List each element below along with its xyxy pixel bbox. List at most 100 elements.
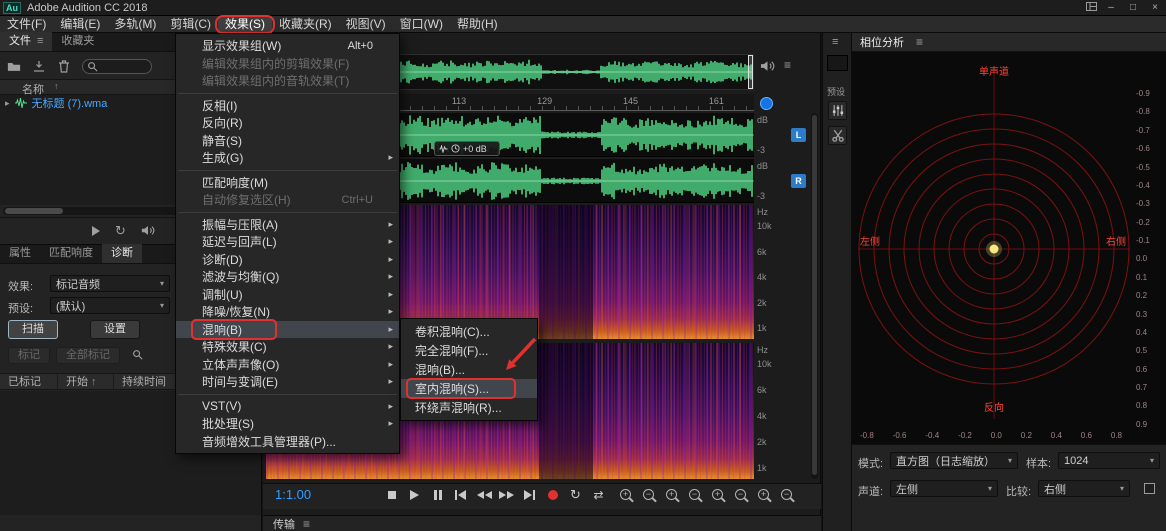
menu-item-17[interactable]: 降噪/恢复(N)▸ (176, 303, 399, 321)
menu-item-14[interactable]: 诊断(D)▸ (176, 251, 399, 269)
skip-back-button[interactable] (450, 486, 471, 503)
menu-item-20[interactable]: 立体声声像(O)▸ (176, 356, 399, 374)
trash-icon[interactable] (57, 60, 71, 73)
menu-item-7[interactable]: 生成(G)▸ (176, 149, 399, 167)
import-file-icon[interactable] (32, 60, 46, 73)
monitor-speaker-icon[interactable] (760, 60, 775, 72)
panel-menu-icon[interactable]: ≡ (37, 32, 43, 51)
menu-item-23[interactable]: VST(V)▸ (176, 398, 399, 416)
stop-button[interactable] (381, 486, 402, 503)
effect-select[interactable]: 标记音频 ▾ (50, 275, 170, 292)
menubar-item[interactable]: 窗口(W) (393, 16, 450, 33)
dock-slot[interactable] (827, 55, 848, 71)
menu-item-21[interactable]: 时间与变调(E)▸ (176, 373, 399, 391)
mode-select[interactable]: 直方图（日志缩放） ▾ (890, 452, 1018, 469)
play-button[interactable] (404, 486, 425, 503)
range-handle-right[interactable] (748, 55, 753, 89)
scan-button[interactable]: 扫描 (8, 320, 58, 339)
zoom-out-point-button[interactable] (730, 486, 751, 503)
menubar-item[interactable]: 效果(S) (218, 16, 272, 33)
left-channel-badge[interactable]: L (791, 128, 806, 142)
open-file-icon[interactable] (7, 60, 21, 73)
menu-item-18[interactable]: 混响(B)▸ (176, 321, 399, 339)
option-checkbox[interactable] (1144, 483, 1155, 494)
menubar-item[interactable]: 剪辑(C) (163, 16, 218, 33)
search-icon[interactable] (132, 349, 143, 360)
panel-tab[interactable]: 属性 (0, 244, 40, 263)
zoom-in-time-button[interactable] (615, 486, 636, 503)
menu-item-25[interactable]: 音频增效工具管理器(P)... (176, 433, 399, 451)
skip-forward-button[interactable] (519, 486, 540, 503)
zoom-in-point-button[interactable] (707, 486, 728, 503)
menubar-item[interactable]: 收藏夹(R) (272, 16, 339, 33)
skip-selection-button[interactable] (588, 486, 609, 503)
menubar-item[interactable]: 编辑(E) (53, 16, 107, 33)
rewind-button[interactable] (473, 486, 494, 503)
loop-button[interactable] (565, 486, 586, 503)
menu-item-5[interactable]: 反向(R) (176, 114, 399, 132)
menubar-item[interactable]: 多轨(M) (107, 16, 163, 33)
minimize-button[interactable]: – (1100, 0, 1122, 16)
fast-forward-button[interactable] (496, 486, 517, 503)
column-header[interactable]: 持续时间 (114, 374, 184, 389)
right-channel-badge[interactable]: R (791, 174, 806, 188)
preset-select[interactable]: (默认) ▾ (50, 297, 170, 314)
menu-item-19[interactable]: 特殊效果(C)▸ (176, 338, 399, 356)
play-icon[interactable] (92, 226, 100, 236)
scrollbar-thumb[interactable] (812, 115, 817, 475)
compare-select[interactable]: 右侧 ▾ (1038, 480, 1130, 497)
workspace-layout-icon[interactable] (1082, 2, 1100, 14)
panel-tab[interactable]: 匹配响度 (40, 244, 102, 263)
phase-panel-title[interactable]: 相位分析 (860, 34, 904, 50)
menu-item-13[interactable]: 延迟与回声(L)▸ (176, 233, 399, 251)
maximize-button[interactable]: □ (1122, 0, 1144, 16)
panel-menu-icon[interactable]: ≡ (303, 517, 310, 531)
expand-chevron-icon[interactable]: ▸ (5, 98, 10, 109)
menubar-item[interactable]: 帮助(H) (450, 16, 505, 33)
pause-button[interactable] (427, 486, 448, 503)
column-header[interactable]: 已标记 (0, 374, 58, 389)
column-header[interactable]: 开始 ↑ (58, 374, 114, 389)
zoom-in-amplitude-button[interactable] (661, 486, 682, 503)
scissors-icon[interactable] (828, 126, 847, 145)
panel-tab[interactable]: 收藏夹 (52, 32, 109, 51)
menu-item-16[interactable]: 调制(U)▸ (176, 286, 399, 304)
menu-item-15[interactable]: 滤波与均衡(Q)▸ (176, 268, 399, 286)
panel-menu-icon[interactable]: ≡ (832, 36, 838, 48)
menu-item-0[interactable]: 显示效果组(W)Alt+0 (176, 37, 399, 55)
panel-menu-icon[interactable]: ≡ (784, 58, 791, 72)
menubar-item[interactable]: 文件(F) (0, 16, 53, 33)
menu-item-4[interactable]: 反相(I) (176, 97, 399, 115)
menu-item-6[interactable]: 静音(S) (176, 132, 399, 150)
menu-item-3[interactable]: 室内混响(S)... (401, 379, 537, 398)
transport-panel-tab[interactable]: 传输 ≡ (263, 515, 821, 531)
phase-scope[interactable]: 单声道 反向 左侧 右侧 (852, 52, 1166, 444)
zoom-full-button[interactable] (776, 486, 797, 503)
settings-button[interactable]: 设置 (90, 320, 140, 339)
menubar-item[interactable]: 视图(V) (339, 16, 393, 33)
channel-select[interactable]: 左侧 ▾ (890, 480, 998, 497)
panel-tab[interactable]: 文件 ≡ (0, 32, 52, 51)
samples-select[interactable]: 1024 ▾ (1058, 452, 1160, 469)
sliders-icon[interactable] (828, 101, 847, 120)
record-button[interactable] (542, 486, 563, 503)
zoom-out-time-button[interactable] (638, 486, 659, 503)
playhead-sync-button[interactable] (760, 97, 773, 110)
submenu-arrow-icon: ▸ (383, 152, 393, 163)
close-button[interactable]: × (1144, 0, 1166, 16)
scrollbar-thumb[interactable] (5, 208, 63, 214)
menu-item-9[interactable]: 匹配响度(M) (176, 174, 399, 192)
menu-item-4[interactable]: 环绕声混响(R)... (401, 398, 537, 417)
panel-tab[interactable]: 诊断 (102, 244, 142, 263)
files-search-field[interactable] (82, 59, 152, 74)
vertical-scrollbar[interactable] (811, 113, 818, 479)
panel-menu-icon[interactable]: ≡ (916, 35, 923, 49)
volume-hud[interactable]: +0 dB (434, 141, 500, 156)
zoom-out-amplitude-button[interactable] (684, 486, 705, 503)
menu-item-24[interactable]: 批处理(S)▸ (176, 415, 399, 433)
loop-icon[interactable]: ↻ (115, 224, 126, 237)
zoom-selection-button[interactable] (753, 486, 774, 503)
quiet-band (539, 205, 593, 339)
menu-item-12[interactable]: 振幅与压限(A)▸ (176, 216, 399, 234)
speaker-icon[interactable] (141, 224, 155, 237)
